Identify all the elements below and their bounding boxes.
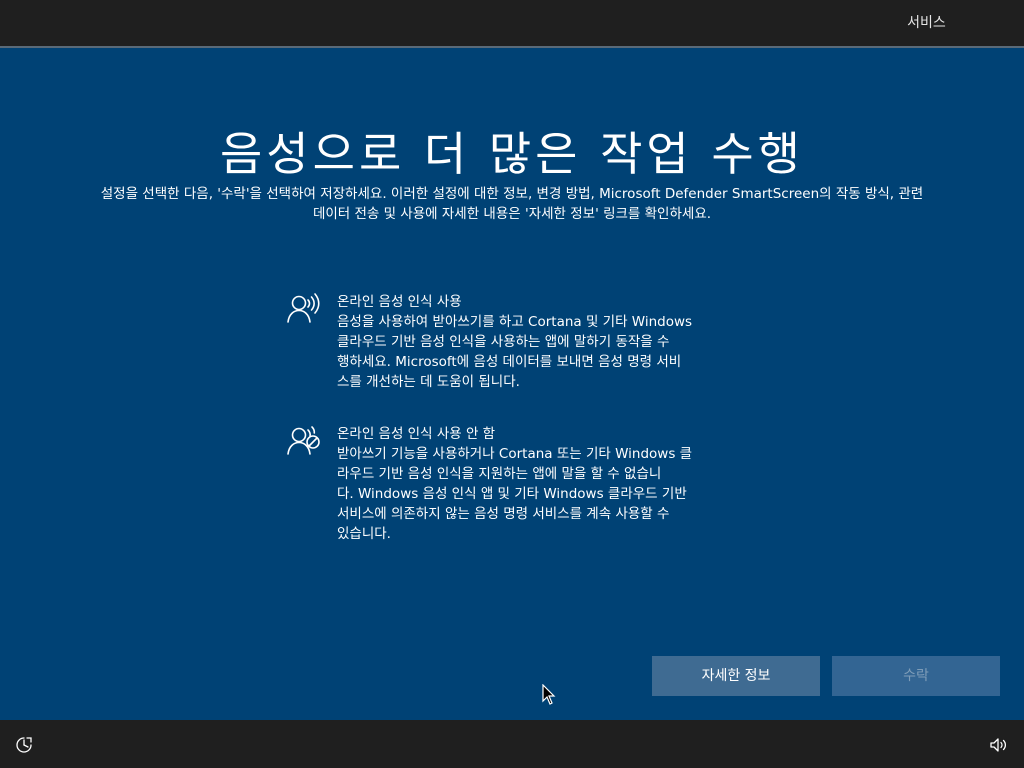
tab-services-label: 서비스: [907, 15, 946, 31]
desc-line: 있습니다.: [337, 526, 391, 542]
mouse-cursor-icon: [542, 683, 556, 706]
desc-line: 받아쓰기 기능을 사용하거나 Cortana 또는 기타 Windows 클: [337, 446, 693, 462]
desc-line: 서비스에 의존하지 않는 음성 명령 서비스를 계속 사용할 수: [337, 506, 670, 522]
speech-recognition-on-icon: [286, 292, 322, 328]
desc-line: 행하세요. Microsoft에 음성 데이터를 보내면 음성 명령 서비: [337, 354, 682, 370]
page-title: 음성으로 더 많은 작업 수행: [219, 127, 804, 181]
option-title: 온라인 음성 인식 사용: [337, 294, 462, 310]
option-description: 받아쓰기 기능을 사용하거나 Cortana 또는 기타 Windows 클 라…: [337, 444, 737, 544]
top-bar: 서비스: [0, 0, 1024, 48]
option-description: 음성을 사용하여 받아쓰기를 하고 Cortana 및 기타 Windows 클…: [337, 312, 737, 392]
bottom-bar: [0, 720, 1024, 768]
more-info-button[interactable]: 자세한 정보: [652, 656, 820, 696]
subtitle-line-1: 설정을 선택한 다음, '수락'을 선택하여 저장하세요. 이러한 설정에 대한…: [100, 186, 924, 202]
volume-icon[interactable]: [988, 735, 1008, 755]
desc-line: 라우드 기반 음성 인식을 지원하는 앱에 말을 할 수 없습니: [337, 466, 662, 482]
ease-of-access-icon[interactable]: [14, 735, 34, 755]
desc-line: 음성을 사용하여 받아쓰기를 하고 Cortana 및 기타 Windows: [337, 314, 693, 330]
desc-line: 스를 개선하는 데 도움이 됩니다.: [337, 374, 520, 390]
subtitle-line-2: 데이터 전송 및 사용에 자세한 내용은 '자세한 정보' 링크를 확인하세요.: [312, 206, 712, 222]
speech-recognition-off-icon: [286, 424, 322, 460]
top-divider: [0, 46, 1024, 48]
page-subtitle: 설정을 선택한 다음, '수락'을 선택하여 저장하세요. 이러한 설정에 대한…: [40, 184, 984, 224]
desc-line: 클라우드 기반 음성 인식을 사용하는 앱에 말하기 동작을 수: [337, 334, 670, 350]
tab-services[interactable]: 서비스: [829, 0, 1024, 48]
option-title: 온라인 음성 인식 사용 안 함: [337, 426, 496, 442]
desc-line: 다. Windows 음성 인식 앱 및 기타 Windows 클라우드 기반: [337, 486, 687, 502]
accept-button[interactable]: 수락: [832, 656, 1000, 696]
